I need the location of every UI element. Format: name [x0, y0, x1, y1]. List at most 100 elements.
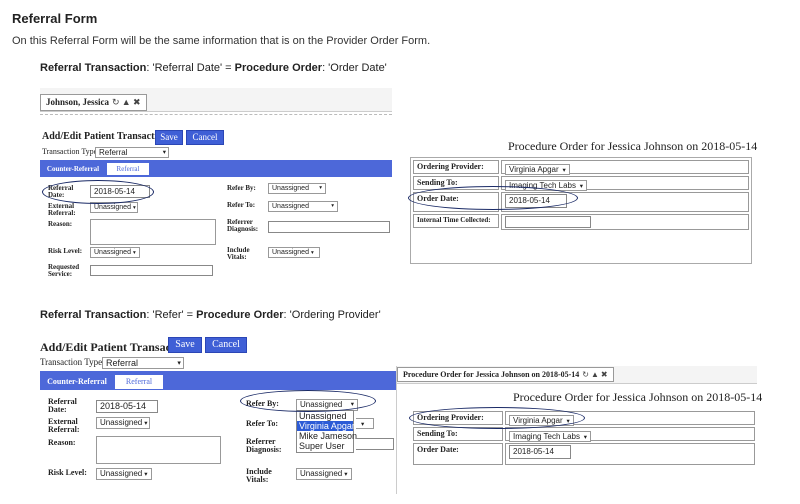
reason-textarea[interactable] — [90, 219, 216, 245]
sending-to-label-2: Sending To: — [413, 427, 503, 441]
chevron-down-icon: ▾ — [144, 420, 148, 427]
dropdown-option[interactable]: Super User — [297, 441, 353, 451]
order-2-title: Procedure Order for Jessica Johnson on 2… — [513, 390, 763, 404]
dropdown-option[interactable]: Unassigned — [297, 411, 353, 421]
order-date-input[interactable]: 2018-05-14 — [505, 194, 567, 208]
sending-to-value: Imaging Tech Labs — [509, 181, 577, 190]
external-referral-label-2: External Referral: — [48, 417, 80, 435]
caption-2-b-bold: Procedure Order — [196, 309, 284, 321]
referrer-diagnosis-input-2[interactable] — [356, 438, 394, 450]
transaction-type-select-2[interactable]: Referral ▾ — [102, 357, 184, 369]
tab-counter-referral[interactable]: Counter-Referral — [40, 162, 106, 176]
transaction-type-select[interactable]: Referral ▾ — [95, 147, 169, 158]
internal-time-cell — [501, 214, 749, 230]
referrer-diagnosis-input[interactable] — [268, 221, 390, 233]
chevron-down-icon: ▾ — [132, 250, 136, 256]
ordering-provider-select[interactable]: Virginia Apgar ▾ — [505, 164, 570, 175]
requested-service-input[interactable] — [90, 265, 213, 276]
chevron-down-icon: ▾ — [344, 471, 348, 478]
transaction-type-label: Transaction Type: — [42, 147, 100, 156]
refer-to-value: Unassigned — [272, 203, 309, 210]
external-referral-select-2[interactable]: Unassigned ▾ — [96, 417, 150, 429]
internal-time-input[interactable] — [505, 216, 591, 228]
chevron-down-icon: ▾ — [177, 358, 181, 367]
chevron-down-icon: ▾ — [564, 418, 570, 425]
ordering-provider-value: Virginia Apgar — [509, 165, 559, 174]
transaction-type-value-2: Referral — [106, 358, 139, 368]
refer-by-dropdown-list: Unassigned Virginia Apgar Mike Jameson S… — [296, 410, 357, 453]
procedure-order-2: Procedure Order for Jessica Johnson on 2… — [396, 366, 762, 494]
tab-referral-2[interactable]: Referral — [114, 374, 164, 390]
sending-to-label: Sending To: — [413, 176, 499, 190]
procedure-order-1: Ordering Provider: Virginia Apgar ▾ Send… — [410, 157, 752, 264]
screenshot-1: Johnson, Jessica ↻ ▲ ✖ Add/Edit Patient T… — [40, 88, 392, 284]
ordering-provider-label: Ordering Provider: — [413, 160, 499, 174]
tab-controls-icon[interactable]: ↻ ▲ ✖ — [582, 370, 607, 379]
order-1-title: Procedure Order for Jessica Johnson on 2… — [508, 139, 758, 153]
external-referral-label: External Referral: — [48, 202, 76, 218]
referral-date-label: Referral Date: — [48, 184, 74, 200]
cancel-button[interactable]: Cancel — [186, 130, 224, 145]
include-vitals-select[interactable]: Unassigned ▾ — [268, 247, 320, 258]
chevron-down-icon: ▾ — [560, 167, 566, 174]
refer-to-select[interactable]: Unassigned ▾ — [268, 201, 338, 212]
order-date-cell-2: 2018-05-14 — [505, 443, 755, 465]
save-button-2[interactable]: Save — [168, 337, 202, 353]
chevron-down-icon: ▾ — [578, 183, 583, 190]
order-tab[interactable]: Procedure Order for Jessica Johnson on 2… — [397, 367, 614, 382]
order-date-input-2[interactable]: 2018-05-14 — [509, 445, 571, 459]
caption-1-a: : 'Referral Date' = — [146, 62, 235, 74]
transaction-type-value: Referral — [99, 148, 128, 157]
tab-counter-referral-2[interactable]: Counter-Referral — [40, 374, 114, 390]
ordering-provider-select-2[interactable]: Virginia Apgar ▾ — [509, 415, 574, 426]
external-referral-value: Unassigned — [94, 204, 131, 211]
transaction-type-label-2: Transaction Type: — [40, 357, 105, 367]
chevron-down-icon: ▾ — [361, 421, 365, 428]
include-vitals-value: Unassigned — [272, 249, 309, 256]
caption-2: Referral Transaction: 'Refer' = Procedur… — [40, 309, 381, 321]
sending-to-cell-2: Imaging Tech Labs ▾ — [505, 427, 755, 442]
reason-label: Reason: — [48, 220, 73, 228]
include-vitals-label: Include Vitals: — [227, 246, 250, 262]
internal-time-label: Internal Time Collected: — [413, 214, 499, 228]
ordering-provider-value-2: Virginia Apgar — [513, 416, 563, 425]
requested-service-label: Requested Service: — [48, 263, 80, 279]
refer-to-label-2: Refer To: — [246, 419, 279, 428]
tab-referral[interactable]: Referral — [106, 162, 150, 176]
ordering-provider-cell-2: Virginia Apgar ▾ — [505, 411, 755, 426]
refer-to-label: Refer To: — [227, 201, 256, 209]
reason-textarea-2[interactable] — [96, 436, 221, 464]
reason-label-2: Reason: — [48, 438, 76, 447]
dropdown-option-selected[interactable]: Virginia Apgar — [297, 421, 355, 431]
risk-level-label-2: Risk Level: — [48, 468, 87, 477]
risk-level-select[interactable]: Unassigned ▾ — [90, 247, 140, 258]
risk-level-select-2[interactable]: Unassigned ▾ — [96, 468, 152, 480]
caption-2-a: : 'Refer' = — [146, 309, 197, 321]
page-intro: On this Referral Form will be the same i… — [12, 35, 431, 47]
refer-by-select[interactable]: Unassigned ▾ — [268, 183, 326, 194]
order-tab-label: Procedure Order for Jessica Johnson on 2… — [403, 370, 580, 379]
save-button[interactable]: Save — [155, 130, 183, 145]
referral-date-input[interactable]: 2018-05-14 — [90, 185, 150, 198]
patient-tab[interactable]: Johnson, Jessica ↻ ▲ ✖ — [40, 94, 147, 111]
refer-by-value-2: Unassigned — [300, 400, 343, 409]
chevron-down-icon: ▾ — [132, 205, 136, 211]
order-date-label: Order Date: — [413, 192, 499, 212]
sending-to-select[interactable]: Imaging Tech Labs ▾ — [505, 180, 587, 191]
order-date-cell: 2018-05-14 — [501, 192, 749, 212]
cancel-button-2[interactable]: Cancel — [205, 337, 247, 353]
tab-controls-icon[interactable]: ↻ ▲ ✖ — [112, 97, 141, 107]
refer-by-label: Refer By: — [227, 184, 256, 192]
include-vitals-select-2[interactable]: Unassigned ▾ — [296, 468, 352, 480]
refer-to-select-2[interactable]: ▾ — [356, 418, 374, 429]
referral-date-input-2[interactable]: 2018-05-14 — [96, 400, 158, 413]
include-vitals-label-2: Include Vitals: — [246, 467, 272, 485]
sending-to-select-2[interactable]: Imaging Tech Labs ▾ — [509, 431, 591, 442]
caption-2-a-bold: Referral Transaction — [40, 309, 147, 321]
caption-1-b-bold: Procedure Order — [234, 62, 323, 74]
include-vitals-value-2: Unassigned — [300, 469, 343, 478]
patient-tab-label: Johnson, Jessica — [46, 97, 110, 107]
screenshot-2: Add/Edit Patient Transaction Save Cancel… — [40, 334, 396, 494]
external-referral-select[interactable]: Unassigned ▾ — [90, 202, 138, 213]
dropdown-option[interactable]: Mike Jameson — [297, 431, 357, 441]
